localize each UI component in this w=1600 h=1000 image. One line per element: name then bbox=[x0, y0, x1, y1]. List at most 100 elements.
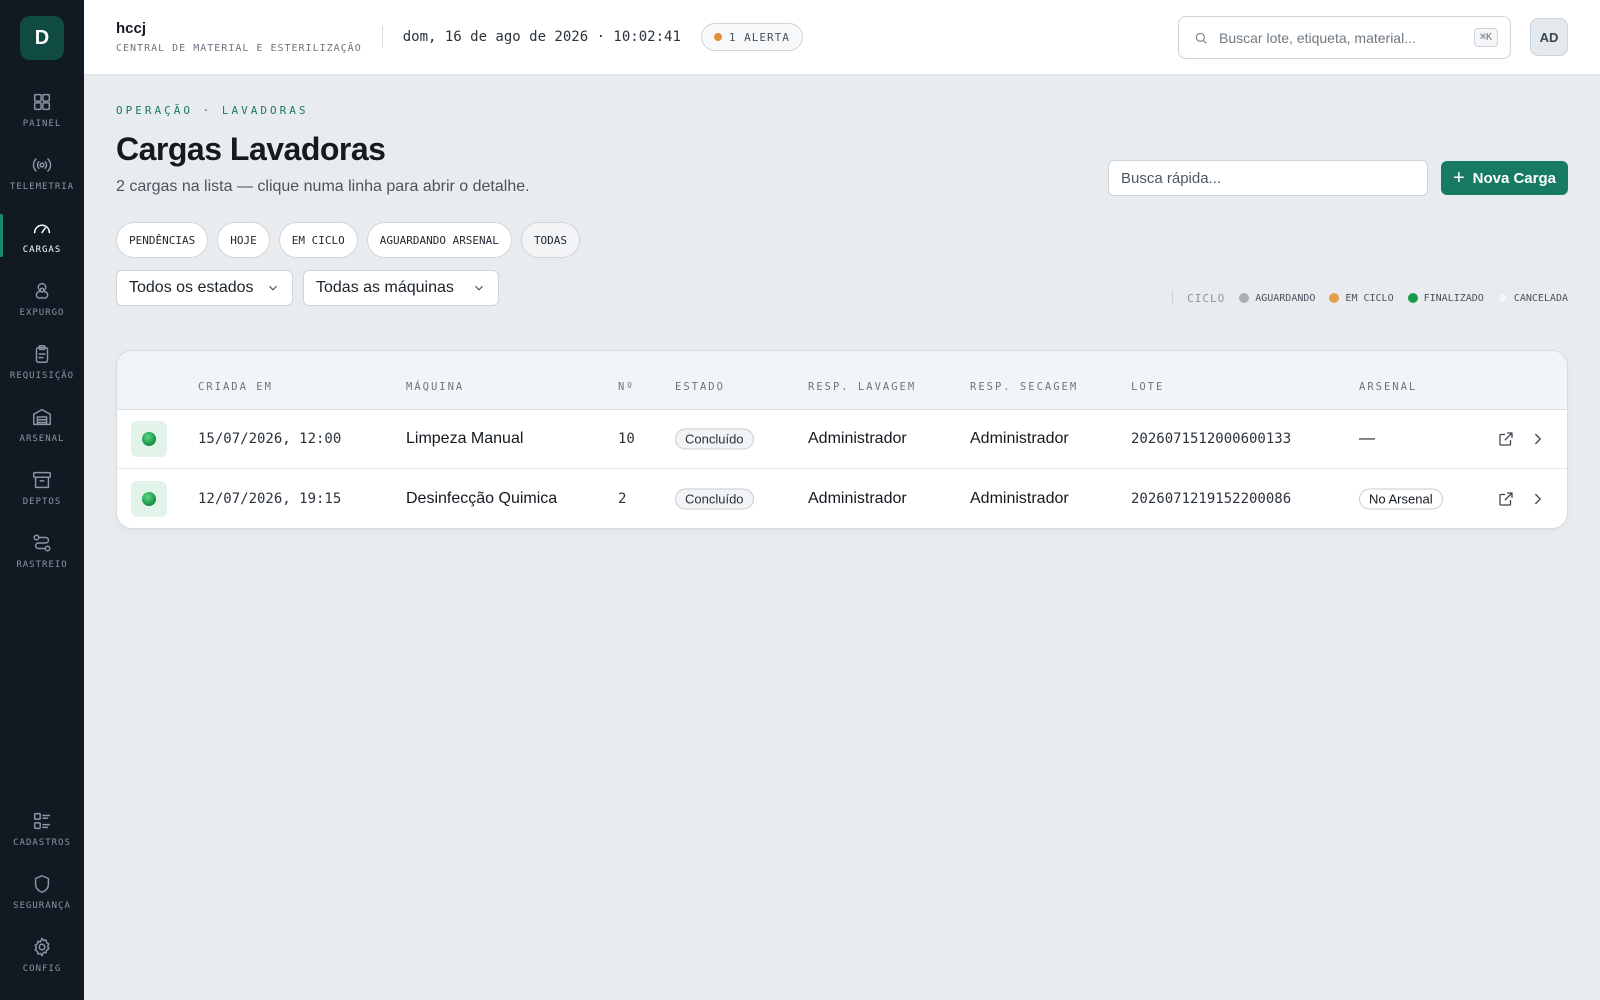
plus-icon: + bbox=[1452, 167, 1465, 189]
clock: dom, 16 de ago de 2026 · 10:02:41 bbox=[402, 29, 681, 45]
external-link-icon[interactable] bbox=[1497, 430, 1515, 448]
cell-arsenal: — bbox=[1359, 430, 1375, 447]
sidebar-item-seguranca[interactable]: SEGURANÇA bbox=[0, 860, 84, 923]
status-dot-icon bbox=[1329, 293, 1340, 303]
sidebar: D PAINEL TELEMETRIA CARGAS EXPURGO REQUI… bbox=[0, 0, 84, 1000]
shield-icon bbox=[34, 874, 50, 893]
sidebar-item-label: CONFIG bbox=[22, 963, 62, 974]
main-content: OPERAÇÃO · LAVADORAS Cargas Lavadoras 2 … bbox=[116, 75, 1568, 529]
col-resp-secagem[interactable]: RESP. SECAGEM bbox=[970, 381, 1078, 393]
cell-resp-wash: Administrador bbox=[808, 489, 907, 507]
cell-resp-wash: Administrador bbox=[808, 430, 907, 447]
chevron-down-icon bbox=[269, 285, 277, 291]
cell-machine: Limpeza Manual bbox=[406, 430, 524, 447]
chip-pendencias[interactable]: PENDÊNCIAS bbox=[116, 222, 209, 258]
cell-created: 15/07/2026, 12:00 bbox=[198, 431, 342, 447]
status-badge: Concluído bbox=[675, 428, 754, 450]
legend-title: CICLO bbox=[1187, 291, 1226, 305]
sidebar-item-painel[interactable]: PAINEL bbox=[0, 78, 84, 141]
alert-pill[interactable]: 1 ALERTA bbox=[700, 23, 803, 51]
sidebar-item-arsenal[interactable]: ARSENAL bbox=[0, 393, 84, 456]
col-maquina[interactable]: MÁQUINA bbox=[406, 381, 464, 393]
gauge-icon bbox=[33, 224, 51, 233]
quick-filter-chips: PENDÊNCIAS HOJE EM CICLO AGUARDANDO ARSE… bbox=[116, 222, 1568, 258]
search-shortcut: ⌘K bbox=[1473, 28, 1498, 47]
app-logo[interactable]: D bbox=[20, 16, 64, 60]
cell-lot: 2026071512000600133 bbox=[1131, 431, 1292, 447]
sidebar-item-expurgo[interactable]: EXPURGO bbox=[0, 267, 84, 330]
chip-em-ciclo[interactable]: EM CICLO bbox=[278, 222, 358, 258]
sidebar-item-label: SEGURANÇA bbox=[13, 900, 71, 911]
col-estado[interactable]: ESTADO bbox=[675, 381, 725, 393]
alert-label: 1 ALERTA bbox=[728, 30, 790, 44]
col-lote[interactable]: LOTE bbox=[1131, 381, 1164, 393]
sidebar-item-requisicao[interactable]: REQUISIÇÃO bbox=[0, 330, 84, 393]
sidebar-item-rastreio[interactable]: RASTREIO bbox=[0, 519, 84, 582]
brand: hccj CENTRAL DE MATERIAL E ESTERILIZAÇÃO bbox=[116, 20, 362, 54]
broadcast-icon bbox=[32, 157, 52, 172]
legend-item-cancelada: CANCELADA bbox=[1497, 292, 1568, 304]
gear-icon bbox=[34, 937, 50, 956]
sidebar-item-deptos[interactable]: DEPTOS bbox=[0, 456, 84, 519]
sidebar-item-label: RASTREIO bbox=[16, 559, 68, 570]
sidebar-item-config[interactable]: CONFIG bbox=[0, 923, 84, 986]
breadcrumb: OPERAÇÃO · LAVADORAS bbox=[116, 104, 309, 117]
arsenal-badge: No Arsenal bbox=[1359, 488, 1443, 509]
row-actions bbox=[1497, 430, 1547, 448]
state-select[interactable]: Todos os estados bbox=[116, 270, 293, 306]
sidebar-nav: PAINEL TELEMETRIA CARGAS EXPURGO REQUISI… bbox=[0, 78, 84, 582]
col-numero[interactable]: Nº bbox=[618, 381, 635, 393]
route-icon bbox=[33, 533, 51, 552]
legend-item-em-ciclo: EM CICLO bbox=[1329, 293, 1394, 304]
cycle-legend: CICLO AGUARDANDO EM CICLO FINALIZADO CAN… bbox=[1172, 291, 1568, 305]
biohazard-icon bbox=[35, 282, 49, 299]
table-row[interactable]: 12/07/2026, 19:15 Desinfecção Quimica 2 … bbox=[117, 469, 1567, 528]
col-resp-lavagem[interactable]: RESP. LAVAGEM bbox=[808, 381, 916, 393]
chevron-right-icon[interactable] bbox=[1529, 490, 1547, 508]
sidebar-item-label: ARSENAL bbox=[19, 433, 65, 444]
sidebar-item-label: TELEMETRIA bbox=[9, 181, 75, 192]
new-load-button[interactable]: + Nova Carga bbox=[1440, 161, 1568, 195]
chip-hoje[interactable]: HOJE bbox=[217, 222, 270, 258]
cell-machine: Desinfecção Quimica bbox=[406, 489, 558, 507]
col-criada-em[interactable]: CRIADA EM bbox=[198, 381, 273, 393]
chevron-right-icon[interactable] bbox=[1529, 430, 1547, 448]
status-dot-icon bbox=[1407, 293, 1418, 303]
cell-resp-dry: Administrador bbox=[970, 489, 1069, 507]
chip-aguardando-arsenal[interactable]: AGUARDANDO ARSENAL bbox=[366, 222, 512, 258]
grid-icon bbox=[33, 93, 51, 110]
cell-number: 10 bbox=[618, 431, 635, 447]
status-dot-icon bbox=[1497, 293, 1508, 303]
sidebar-item-telemetria[interactable]: TELEMETRIA bbox=[0, 141, 84, 204]
legend-label: FINALIZADO bbox=[1423, 292, 1484, 304]
sidebar-item-label: EXPURGO bbox=[19, 307, 65, 318]
sidebar-item-label: CADASTROS bbox=[13, 837, 71, 848]
cell-resp-dry: Administrador bbox=[970, 430, 1069, 447]
global-search-input[interactable] bbox=[1219, 29, 1474, 46]
external-link-icon[interactable] bbox=[1497, 490, 1515, 508]
legend-divider bbox=[1172, 291, 1174, 305]
alert-dot-icon bbox=[713, 33, 722, 41]
sidebar-item-cargas[interactable]: CARGAS bbox=[0, 204, 84, 267]
legend-item-aguardando: AGUARDANDO bbox=[1239, 293, 1315, 304]
sidebar-item-label: REQUISIÇÃO bbox=[9, 370, 75, 381]
status-dot-icon bbox=[1239, 293, 1250, 303]
table-row[interactable]: 15/07/2026, 12:00 Limpeza Manual 10 Conc… bbox=[117, 410, 1567, 469]
cell-lot: 2026071219152200086 bbox=[1131, 490, 1292, 507]
chip-todas[interactable]: TODAS bbox=[520, 222, 581, 258]
new-load-label: Nova Carga bbox=[1472, 169, 1556, 187]
avatar[interactable]: AD bbox=[1530, 18, 1568, 56]
state-select-value: Todos os estados bbox=[129, 279, 254, 296]
global-search[interactable]: ⌘K bbox=[1178, 16, 1511, 59]
warehouse-icon bbox=[33, 408, 51, 425]
sidebar-item-cadastros[interactable]: CADASTROS bbox=[0, 797, 84, 860]
machine-select[interactable]: Todas as máquinas bbox=[303, 270, 499, 306]
legend-label: CANCELADA bbox=[1513, 292, 1568, 304]
sidebar-item-label: CARGAS bbox=[22, 244, 62, 255]
machine-select-value: Todas as máquinas bbox=[316, 279, 454, 296]
sidebar-item-label: PAINEL bbox=[22, 118, 62, 129]
status-badge: Concluído bbox=[675, 488, 754, 509]
quick-search-input[interactable] bbox=[1108, 160, 1428, 196]
col-arsenal[interactable]: ARSENAL bbox=[1359, 381, 1417, 393]
legend-label: AGUARDANDO bbox=[1255, 292, 1316, 304]
